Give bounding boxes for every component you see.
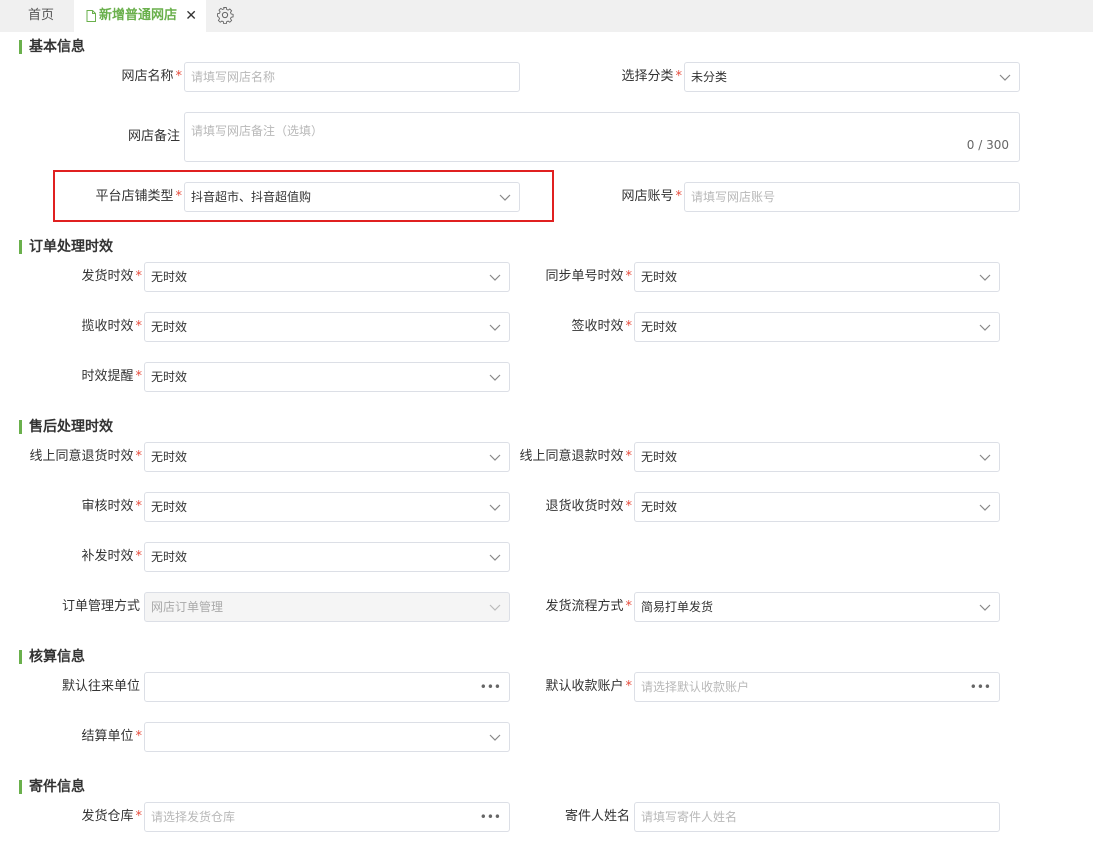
remark-label: 网店备注 <box>127 129 180 144</box>
close-icon[interactable]: ✕ <box>185 0 197 32</box>
default-unit-picker[interactable]: ••• <box>144 672 510 702</box>
settle-unit-select[interactable] <box>144 722 510 752</box>
highlight-box <box>53 170 554 222</box>
return-agree-select[interactable]: 无时效 <box>144 442 510 472</box>
chevron-down-icon <box>979 504 991 511</box>
tab-new-shop-label: 新增普通网店 <box>99 8 178 23</box>
refund-agree-label: 线上同意退款时效 * <box>519 449 632 464</box>
ship-flow-select[interactable]: 简易打单发货 <box>634 592 1000 622</box>
audit-label: 审核时效 * <box>81 499 142 514</box>
section-basic-info: 基本信息 <box>19 38 85 56</box>
default-account-label: 默认收款账户 * <box>545 679 632 694</box>
order-mgmt-label: 订单管理方式 <box>61 599 140 614</box>
sender-name-input[interactable]: 请填写寄件人姓名 <box>634 802 1000 832</box>
shop-name-input[interactable]: 请填写网店名称 <box>184 62 520 92</box>
chevron-down-icon <box>979 274 991 281</box>
ship-flow-label: 发货流程方式 * <box>545 599 632 614</box>
pickup-timeliness-select[interactable]: 无时效 <box>144 312 510 342</box>
category-select[interactable]: 未分类 <box>684 62 1020 92</box>
chevron-down-icon <box>489 324 501 331</box>
refund-agree-select[interactable]: 无时效 <box>634 442 1000 472</box>
section-shipping: 寄件信息 <box>19 778 85 796</box>
account-input[interactable]: 请填写网店账号 <box>684 182 1020 212</box>
remark-char-count: 0 / 300 <box>966 138 1009 152</box>
section-order-timeliness: 订单处理时效 <box>19 238 113 256</box>
category-label: 选择分类 * <box>621 69 682 84</box>
chevron-down-icon <box>999 74 1011 81</box>
audit-select[interactable]: 无时效 <box>144 492 510 522</box>
chevron-down-icon <box>489 604 501 611</box>
more-icon[interactable]: ••• <box>480 803 501 831</box>
chevron-down-icon <box>979 454 991 461</box>
chevron-down-icon <box>979 324 991 331</box>
remind-select[interactable]: 无时效 <box>144 362 510 392</box>
settle-unit-label: 结算单位 * <box>81 729 142 744</box>
sync-timeliness-label: 同步单号时效 * <box>545 269 632 284</box>
remark-placeholder: 请填写网店备注（选填） <box>191 124 324 138</box>
return-receive-select[interactable]: 无时效 <box>634 492 1000 522</box>
sign-timeliness-select[interactable]: 无时效 <box>634 312 1000 342</box>
default-unit-label: 默认往来单位 <box>61 679 140 694</box>
more-icon[interactable]: ••• <box>970 673 991 701</box>
default-account-picker[interactable]: 请选择默认收款账户 ••• <box>634 672 1000 702</box>
chevron-down-icon <box>489 554 501 561</box>
warehouse-label: 发货仓库 * <box>81 809 142 824</box>
gear-icon[interactable] <box>216 6 234 24</box>
chevron-down-icon <box>489 374 501 381</box>
return-agree-label: 线上同意退货时效 * <box>29 449 142 464</box>
tab-bar: 首页 新增普通网店 ✕ <box>0 0 1093 32</box>
document-icon <box>86 9 96 22</box>
reissue-label: 补发时效 * <box>81 549 142 564</box>
sender-name-label: 寄件人姓名 <box>564 809 630 824</box>
chevron-down-icon <box>489 734 501 741</box>
warehouse-picker[interactable]: 请选择发货仓库 ••• <box>144 802 510 832</box>
chevron-down-icon <box>979 604 991 611</box>
ship-timeliness-label: 发货时效 * <box>81 269 142 284</box>
ship-timeliness-select[interactable]: 无时效 <box>144 262 510 292</box>
remark-textarea[interactable]: 请填写网店备注（选填） 0 / 300 <box>184 112 1020 162</box>
shop-name-label: 网店名称 * <box>121 69 182 84</box>
pickup-timeliness-label: 揽收时效 * <box>81 319 142 334</box>
more-icon[interactable]: ••• <box>480 673 501 701</box>
return-receive-label: 退货收货时效 * <box>545 499 632 514</box>
remind-label: 时效提醒 * <box>81 369 142 384</box>
order-mgmt-select: 网店订单管理 <box>144 592 510 622</box>
section-aftersale-timeliness: 售后处理时效 <box>19 418 113 436</box>
sync-timeliness-select[interactable]: 无时效 <box>634 262 1000 292</box>
reissue-select[interactable]: 无时效 <box>144 542 510 572</box>
tab-home[interactable]: 首页 <box>28 0 54 32</box>
chevron-down-icon <box>489 504 501 511</box>
tab-new-shop[interactable]: 新增普通网店 ✕ <box>74 0 206 32</box>
chevron-down-icon <box>489 274 501 281</box>
sign-timeliness-label: 签收时效 * <box>571 319 632 334</box>
section-accounting: 核算信息 <box>19 648 85 666</box>
account-label: 网店账号 * <box>621 189 682 204</box>
